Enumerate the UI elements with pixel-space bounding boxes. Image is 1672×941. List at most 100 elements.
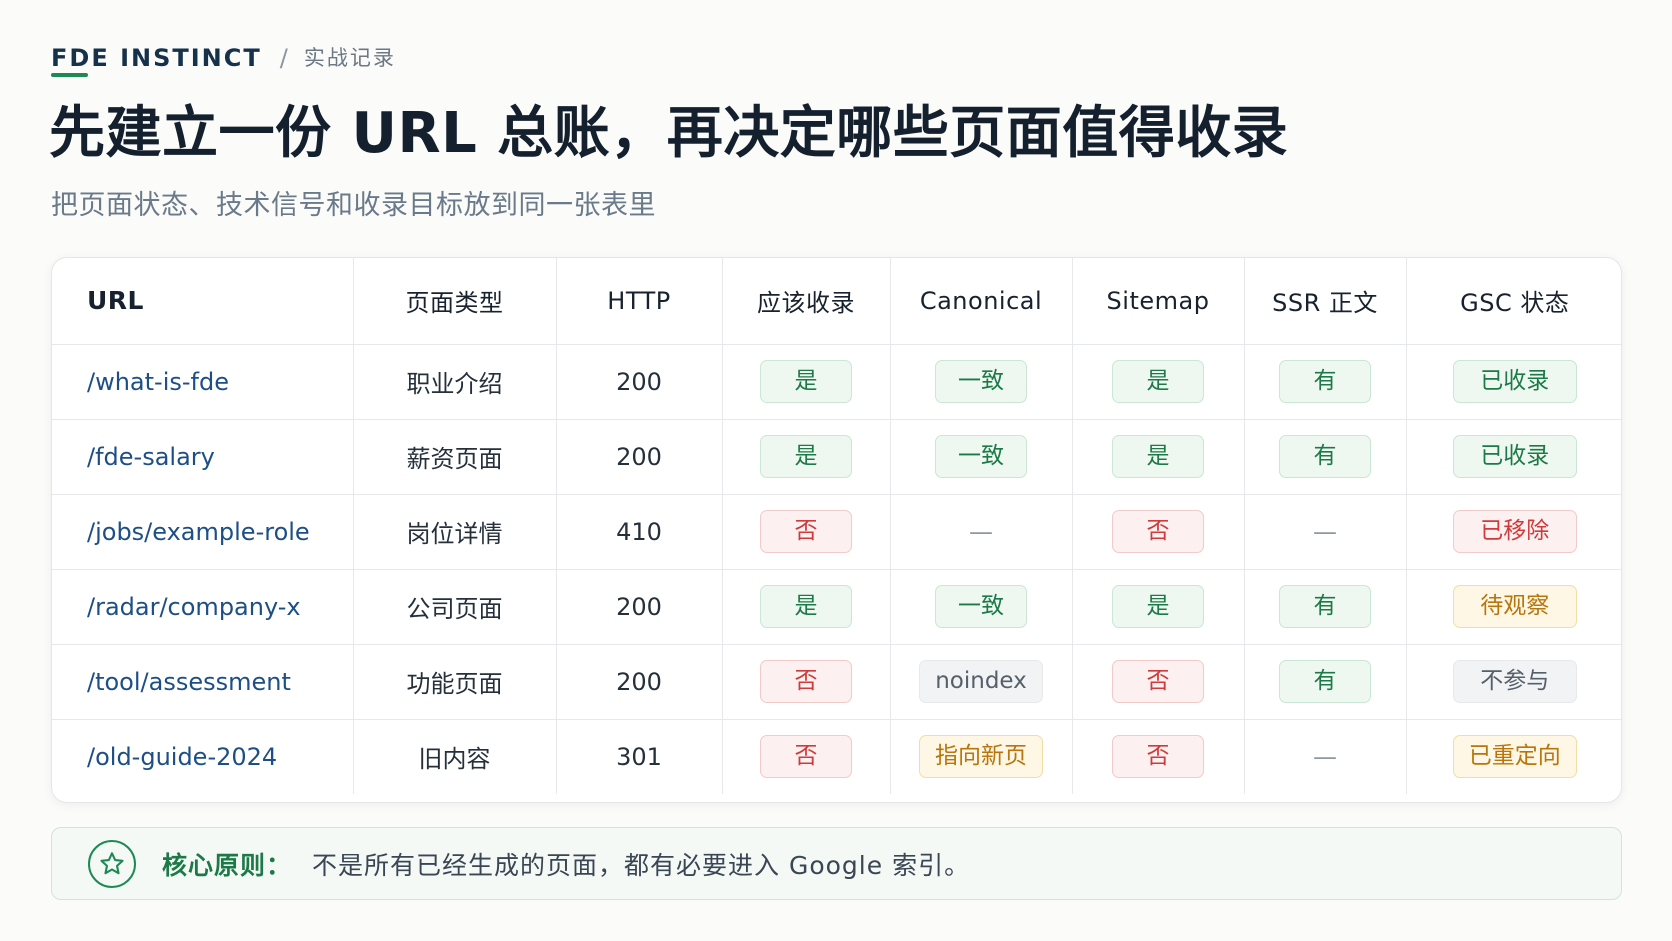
should-index-cell: 否 — [722, 494, 891, 570]
canonical-badge: noindex — [919, 660, 1043, 703]
canonical-empty-dash: — — [969, 517, 993, 546]
canonical-cell: 一致 — [890, 569, 1073, 645]
gsc-status-badge: 待观察 — [1452, 585, 1577, 628]
url-link[interactable]: /what-is-fde — [52, 344, 354, 420]
http-status-cell: 301 — [556, 719, 723, 794]
ssr-cell: — — [1244, 494, 1407, 570]
should-index-cell: 是 — [722, 344, 891, 420]
url-link[interactable]: /jobs/example-role — [52, 494, 354, 570]
url-ledger-table-card: URL 页面类型 HTTP 应该收录 Canonical Sitemap SSR… — [51, 257, 1622, 803]
page-type-cell: 功能页面 — [353, 644, 557, 720]
sitemap-badge: 否 — [1112, 735, 1204, 779]
gsc-status-badge: 已收录 — [1452, 360, 1577, 403]
page-type-cell: 旧内容 — [353, 719, 557, 794]
canonical-cell: — — [890, 494, 1073, 570]
http-status-cell: 410 — [556, 494, 723, 570]
table-row: /fde-salary 薪资页面 200 是 一致 是 有 已收录 — [52, 419, 1621, 495]
table-row: /old-guide-2024 旧内容 301 否 指向新页 否 — 已重定向 — [52, 719, 1621, 794]
gsc-status-cell: 待观察 — [1406, 569, 1621, 645]
table-row: /tool/assessment 功能页面 200 否 noindex 否 有 … — [52, 644, 1621, 720]
page-type-cell: 薪资页面 — [353, 419, 557, 495]
ssr-badge: 有 — [1279, 435, 1371, 478]
should-index-badge: 否 — [760, 510, 852, 553]
sitemap-badge: 是 — [1112, 585, 1204, 628]
canonical-cell: 一致 — [890, 419, 1073, 495]
sitemap-badge: 否 — [1112, 510, 1204, 553]
url-link[interactable]: /tool/assessment — [52, 644, 354, 720]
page: FDE INSTINCT / 实战记录 先建立一份 URL 总账，再决定哪些页面… — [0, 0, 1672, 941]
should-index-badge: 是 — [760, 585, 852, 628]
should-index-cell: 是 — [722, 569, 891, 645]
column-header-http: HTTP — [556, 258, 723, 345]
breadcrumb-separator: / — [279, 44, 288, 72]
url-ledger-table: URL 页面类型 HTTP 应该收录 Canonical Sitemap SSR… — [52, 258, 1621, 794]
sitemap-cell: 否 — [1072, 644, 1245, 720]
ssr-cell: 有 — [1244, 344, 1407, 420]
star-icon — [88, 839, 136, 888]
gsc-status-badge: 已重定向 — [1452, 735, 1577, 779]
url-link[interactable]: /fde-salary — [52, 419, 354, 495]
sitemap-cell: 否 — [1072, 494, 1245, 570]
table-header-row: URL 页面类型 HTTP 应该收录 Canonical Sitemap SSR… — [52, 258, 1621, 345]
sitemap-badge: 是 — [1112, 435, 1204, 478]
sitemap-cell: 是 — [1072, 344, 1245, 420]
column-header-canonical: Canonical — [890, 258, 1073, 345]
sitemap-badge: 否 — [1112, 660, 1204, 703]
canonical-badge: 指向新页 — [919, 735, 1043, 779]
column-header-gsc-status: GSC 状态 — [1406, 258, 1621, 345]
ssr-cell: 有 — [1244, 644, 1407, 720]
canonical-badge: 一致 — [935, 360, 1027, 403]
brand-logo-text[interactable]: FDE INSTINCT — [51, 43, 262, 73]
page-type-cell: 公司页面 — [353, 569, 557, 645]
table-row: /what-is-fde 职业介绍 200 是 一致 是 有 已收录 — [52, 344, 1621, 420]
column-header-ssr-body: SSR 正文 — [1244, 258, 1407, 345]
should-index-badge: 是 — [760, 435, 852, 478]
gsc-status-cell: 已收录 — [1406, 419, 1621, 495]
should-index-badge: 否 — [760, 660, 852, 703]
page-type-cell: 岗位详情 — [353, 494, 557, 570]
http-status-cell: 200 — [556, 569, 723, 645]
core-principle-banner: 核心原则： 不是所有已经生成的页面，都有必要进入 Google 索引。 — [51, 827, 1622, 900]
ssr-badge: 有 — [1279, 660, 1371, 703]
gsc-status-badge: 不参与 — [1452, 660, 1577, 703]
column-header-should-index: 应该收录 — [722, 258, 891, 345]
ssr-empty-dash: — — [1313, 742, 1337, 771]
canonical-badge: 一致 — [935, 585, 1027, 628]
sitemap-badge: 是 — [1112, 360, 1204, 403]
http-status-cell: 200 — [556, 344, 723, 420]
ssr-cell: 有 — [1244, 419, 1407, 495]
url-link[interactable]: /radar/company-x — [52, 569, 354, 645]
ssr-badge: 有 — [1279, 360, 1371, 403]
core-principle-text: 不是所有已经生成的页面，都有必要进入 Google 索引。 — [312, 850, 971, 880]
gsc-status-badge: 已移除 — [1452, 510, 1577, 553]
gsc-status-badge: 已收录 — [1452, 435, 1577, 478]
http-status-cell: 200 — [556, 419, 723, 495]
column-header-url: URL — [52, 258, 354, 345]
gsc-status-cell: 已移除 — [1406, 494, 1621, 570]
sitemap-cell: 是 — [1072, 569, 1245, 645]
page-title: 先建立一份 URL 总账，再决定哪些页面值得收录 — [49, 101, 1289, 166]
page-type-cell: 职业介绍 — [353, 344, 557, 420]
ssr-cell: — — [1244, 719, 1407, 794]
breadcrumb-section[interactable]: 实战记录 — [304, 43, 396, 73]
page-subtitle: 把页面状态、技术信号和收录目标放到同一张表里 — [51, 190, 656, 221]
url-link[interactable]: /old-guide-2024 — [52, 719, 354, 794]
ssr-badge: 有 — [1279, 585, 1371, 628]
gsc-status-cell: 已重定向 — [1406, 719, 1621, 794]
canonical-cell: noindex — [890, 644, 1073, 720]
sitemap-cell: 否 — [1072, 719, 1245, 794]
ssr-cell: 有 — [1244, 569, 1407, 645]
table-row: /radar/company-x 公司页面 200 是 一致 是 有 待观察 — [52, 569, 1621, 645]
ssr-empty-dash: — — [1313, 517, 1337, 546]
brand-underline — [51, 73, 88, 77]
canonical-badge: 一致 — [935, 435, 1027, 478]
should-index-cell: 否 — [722, 644, 891, 720]
sitemap-cell: 是 — [1072, 419, 1245, 495]
should-index-cell: 否 — [722, 719, 891, 794]
should-index-badge: 否 — [760, 735, 852, 779]
should-index-badge: 是 — [760, 360, 852, 403]
http-status-cell: 200 — [556, 644, 723, 720]
column-header-page-type: 页面类型 — [353, 258, 557, 345]
core-principle-label: 核心原则： — [162, 850, 293, 880]
eyebrow: FDE INSTINCT / 实战记录 — [51, 38, 396, 78]
